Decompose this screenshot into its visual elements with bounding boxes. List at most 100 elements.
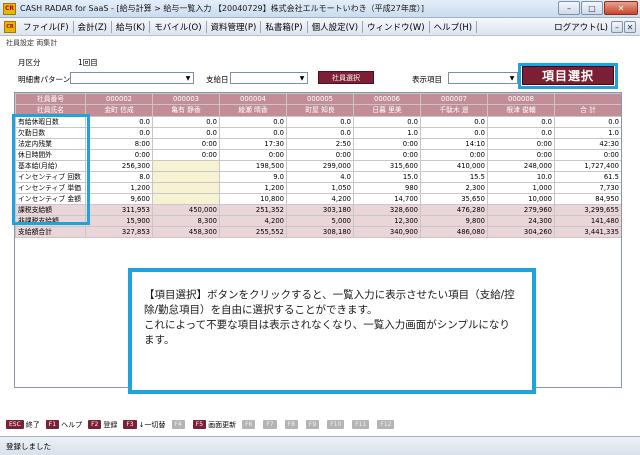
value-cell[interactable]: 0:00 [353, 149, 421, 161]
value-cell[interactable]: 0:00 [487, 138, 555, 150]
row-total-cell: 42:30 [554, 138, 621, 150]
fkey-f2[interactable]: F2 登録 [88, 420, 117, 430]
value-cell[interactable]: 0:00 [420, 149, 488, 161]
employee-code[interactable]: 000008 [487, 93, 555, 105]
value-cell[interactable]: 2:50 [286, 138, 354, 150]
value-cell[interactable]: 0.0 [420, 127, 488, 139]
menu-kyuyo[interactable]: 給与(K) [113, 19, 148, 35]
value-cell[interactable]: 1,200 [85, 182, 153, 194]
employee-name[interactable]: 金町 信成 [85, 104, 153, 117]
value-cell[interactable]: 10,800 [219, 193, 287, 205]
value-cell[interactable]: 17:30 [219, 138, 287, 150]
value-cell[interactable]: 15.5 [420, 171, 488, 183]
employee-code[interactable]: 000007 [420, 93, 488, 105]
value-cell[interactable]: 0.0 [353, 116, 421, 128]
employee-code[interactable]: 000004 [219, 93, 287, 105]
value-cell[interactable]: 0.0 [152, 127, 220, 139]
maximize-button[interactable]: □ [581, 1, 603, 15]
value-cell[interactable]: 1,000 [487, 182, 555, 194]
employee-name[interactable]: 町屋 知良 [286, 104, 354, 117]
value-cell[interactable]: 0:00 [85, 149, 153, 161]
menu-mobile[interactable]: モバイル(O) [151, 19, 204, 35]
value-cell[interactable]: 0:00 [152, 149, 220, 161]
value-cell[interactable]: 0.0 [286, 116, 354, 128]
value-cell[interactable]: 256,300 [85, 160, 153, 172]
fkey-badge: F5 [192, 420, 207, 429]
value-cell[interactable]: 14:10 [420, 138, 488, 150]
value-cell[interactable]: 0.0 [85, 127, 153, 139]
menu-file[interactable]: ファイル(F) [20, 19, 72, 35]
row-total-cell: 0.0 [554, 116, 621, 128]
fkey-f3[interactable]: F3 ↓一切替 [123, 420, 166, 430]
shikyubi-select[interactable]: ▼ [230, 72, 308, 84]
menu-window[interactable]: ウィンドウ(W) [364, 19, 428, 35]
menu-shishobako[interactable]: 私書箱(P) [262, 19, 305, 35]
value-cell[interactable]: 0.0 [487, 116, 555, 128]
meisai-select[interactable]: ▼ [70, 72, 194, 84]
koumoku-select[interactable]: ▼ [448, 72, 518, 84]
value-cell[interactable]: 410,000 [420, 160, 488, 172]
employee-name[interactable]: 亀有 静香 [152, 104, 220, 117]
value-cell[interactable]: 0.0 [219, 116, 287, 128]
fkey-f5[interactable]: F5 画面更新 [192, 420, 236, 430]
value-cell: 476,280 [420, 204, 488, 216]
value-cell[interactable]: 2,300 [420, 182, 488, 194]
employee-code[interactable]: 000005 [286, 93, 354, 105]
value-cell[interactable]: 4.0 [286, 171, 354, 183]
value-cell[interactable]: 1,050 [286, 182, 354, 194]
value-cell[interactable]: 9,600 [85, 193, 153, 205]
value-cell[interactable]: 980 [353, 182, 421, 194]
employee-name[interactable]: 根津 俊輔 [487, 104, 555, 117]
employee-code[interactable]: 000002 [85, 93, 153, 105]
inner-close-button[interactable]: ✕ [624, 21, 636, 33]
value-cell[interactable]: 0.0 [85, 116, 153, 128]
value-cell[interactable]: 0:00 [152, 138, 220, 150]
value-cell[interactable]: 8.0 [85, 171, 153, 183]
menu-kojin[interactable]: 個人設定(V) [309, 19, 361, 35]
value-cell[interactable]: 35,650 [420, 193, 488, 205]
minimize-button[interactable]: – [558, 1, 580, 15]
table-row: インセンティブ 単価 1,200 1,200 1,050 980 2,300 1,000 7,… [15, 182, 621, 194]
value-cell[interactable]: 14,700 [353, 193, 421, 205]
employee-code[interactable]: 000006 [353, 93, 421, 105]
value-cell[interactable]: 0:00 [219, 149, 287, 161]
value-cell[interactable]: 0.0 [420, 116, 488, 128]
fkey-esc[interactable]: ESC 終了 [6, 420, 40, 430]
value-cell[interactable]: 9.0 [219, 171, 287, 183]
value-cell[interactable] [152, 182, 220, 194]
value-cell[interactable]: 0.0 [219, 127, 287, 139]
fkey-f1[interactable]: F1 ヘルプ [45, 420, 82, 430]
value-cell[interactable]: 0:00 [286, 149, 354, 161]
value-cell[interactable] [152, 171, 220, 183]
value-cell[interactable]: 0.0 [487, 127, 555, 139]
value-cell[interactable]: 10,000 [487, 193, 555, 205]
value-cell[interactable]: 315,600 [353, 160, 421, 172]
value-cell[interactable]: 10.0 [487, 171, 555, 183]
value-cell[interactable]: 1.0 [353, 127, 421, 139]
employee-select-button[interactable]: 社員選択 [318, 71, 374, 84]
value-cell[interactable]: 1,200 [219, 182, 287, 194]
value-cell[interactable]: 4,200 [286, 193, 354, 205]
value-cell[interactable]: 299,000 [286, 160, 354, 172]
value-cell[interactable]: 0.0 [152, 116, 220, 128]
value-cell[interactable]: 8:00 [85, 138, 153, 150]
value-cell[interactable]: 0:00 [353, 138, 421, 150]
menu-help[interactable]: ヘルプ(H) [431, 19, 476, 35]
employee-name[interactable]: 日暮 里美 [353, 104, 421, 117]
value-cell[interactable]: 248,000 [487, 160, 555, 172]
value-cell[interactable] [152, 193, 220, 205]
close-button[interactable]: ✕ [604, 1, 638, 15]
inner-minimize-button[interactable]: – [611, 21, 623, 33]
employee-name[interactable]: 綾瀬 晴香 [219, 104, 287, 117]
menu-kaikei[interactable]: 会計(Z) [75, 19, 110, 35]
value-cell[interactable]: 0:00 [487, 149, 555, 161]
employee-code[interactable]: 000003 [152, 93, 220, 105]
employee-name[interactable]: 千駄木 遥 [420, 104, 488, 117]
menu-shiryo[interactable]: 資料管理(P) [208, 19, 260, 35]
value-cell[interactable]: 15.0 [353, 171, 421, 183]
value-cell[interactable]: 198,500 [219, 160, 287, 172]
logout-menu[interactable]: ログアウト(L) [551, 19, 611, 35]
value-cell[interactable] [152, 160, 220, 172]
item-select-button[interactable]: 項目選択 [522, 66, 614, 85]
value-cell[interactable]: 0.0 [286, 127, 354, 139]
